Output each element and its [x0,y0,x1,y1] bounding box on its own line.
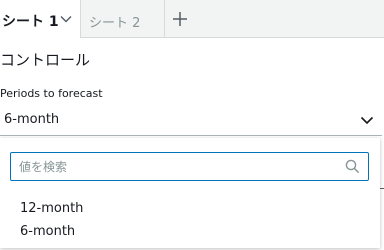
tab-sheet-2[interactable]: シート 2 [81,0,165,38]
dropdown-option[interactable]: 12-month [0,198,380,220]
background-edge-divider [380,188,384,189]
dropdown-search-box[interactable] [10,152,369,181]
chevron-down-icon[interactable] [360,113,374,127]
plus-icon[interactable] [172,11,188,27]
sheet-tab-bar: シート 1 シート 2 [0,0,384,38]
tab-sheet-1[interactable]: シート 1 [0,0,81,38]
tab-sheet-2-label: シート 2 [89,16,141,31]
dropdown-option-label: 12-month [20,201,84,216]
periods-select-value: 6-month [4,112,60,127]
dropdown-option-label: 6-month [20,224,76,239]
chevron-down-icon[interactable] [59,12,73,26]
periods-select[interactable]: 6-month [0,104,382,136]
control-section-title: コントロール [0,51,91,69]
tab-sheet-1-label: シート 1 [2,14,59,30]
dropdown-option[interactable]: 6-month [0,221,380,243]
periods-field-label: Periods to forecast [0,87,103,100]
search-icon [345,159,360,174]
dropdown-search-input[interactable] [19,157,329,176]
periods-dropdown-panel: 12-month 6-month [0,138,380,248]
